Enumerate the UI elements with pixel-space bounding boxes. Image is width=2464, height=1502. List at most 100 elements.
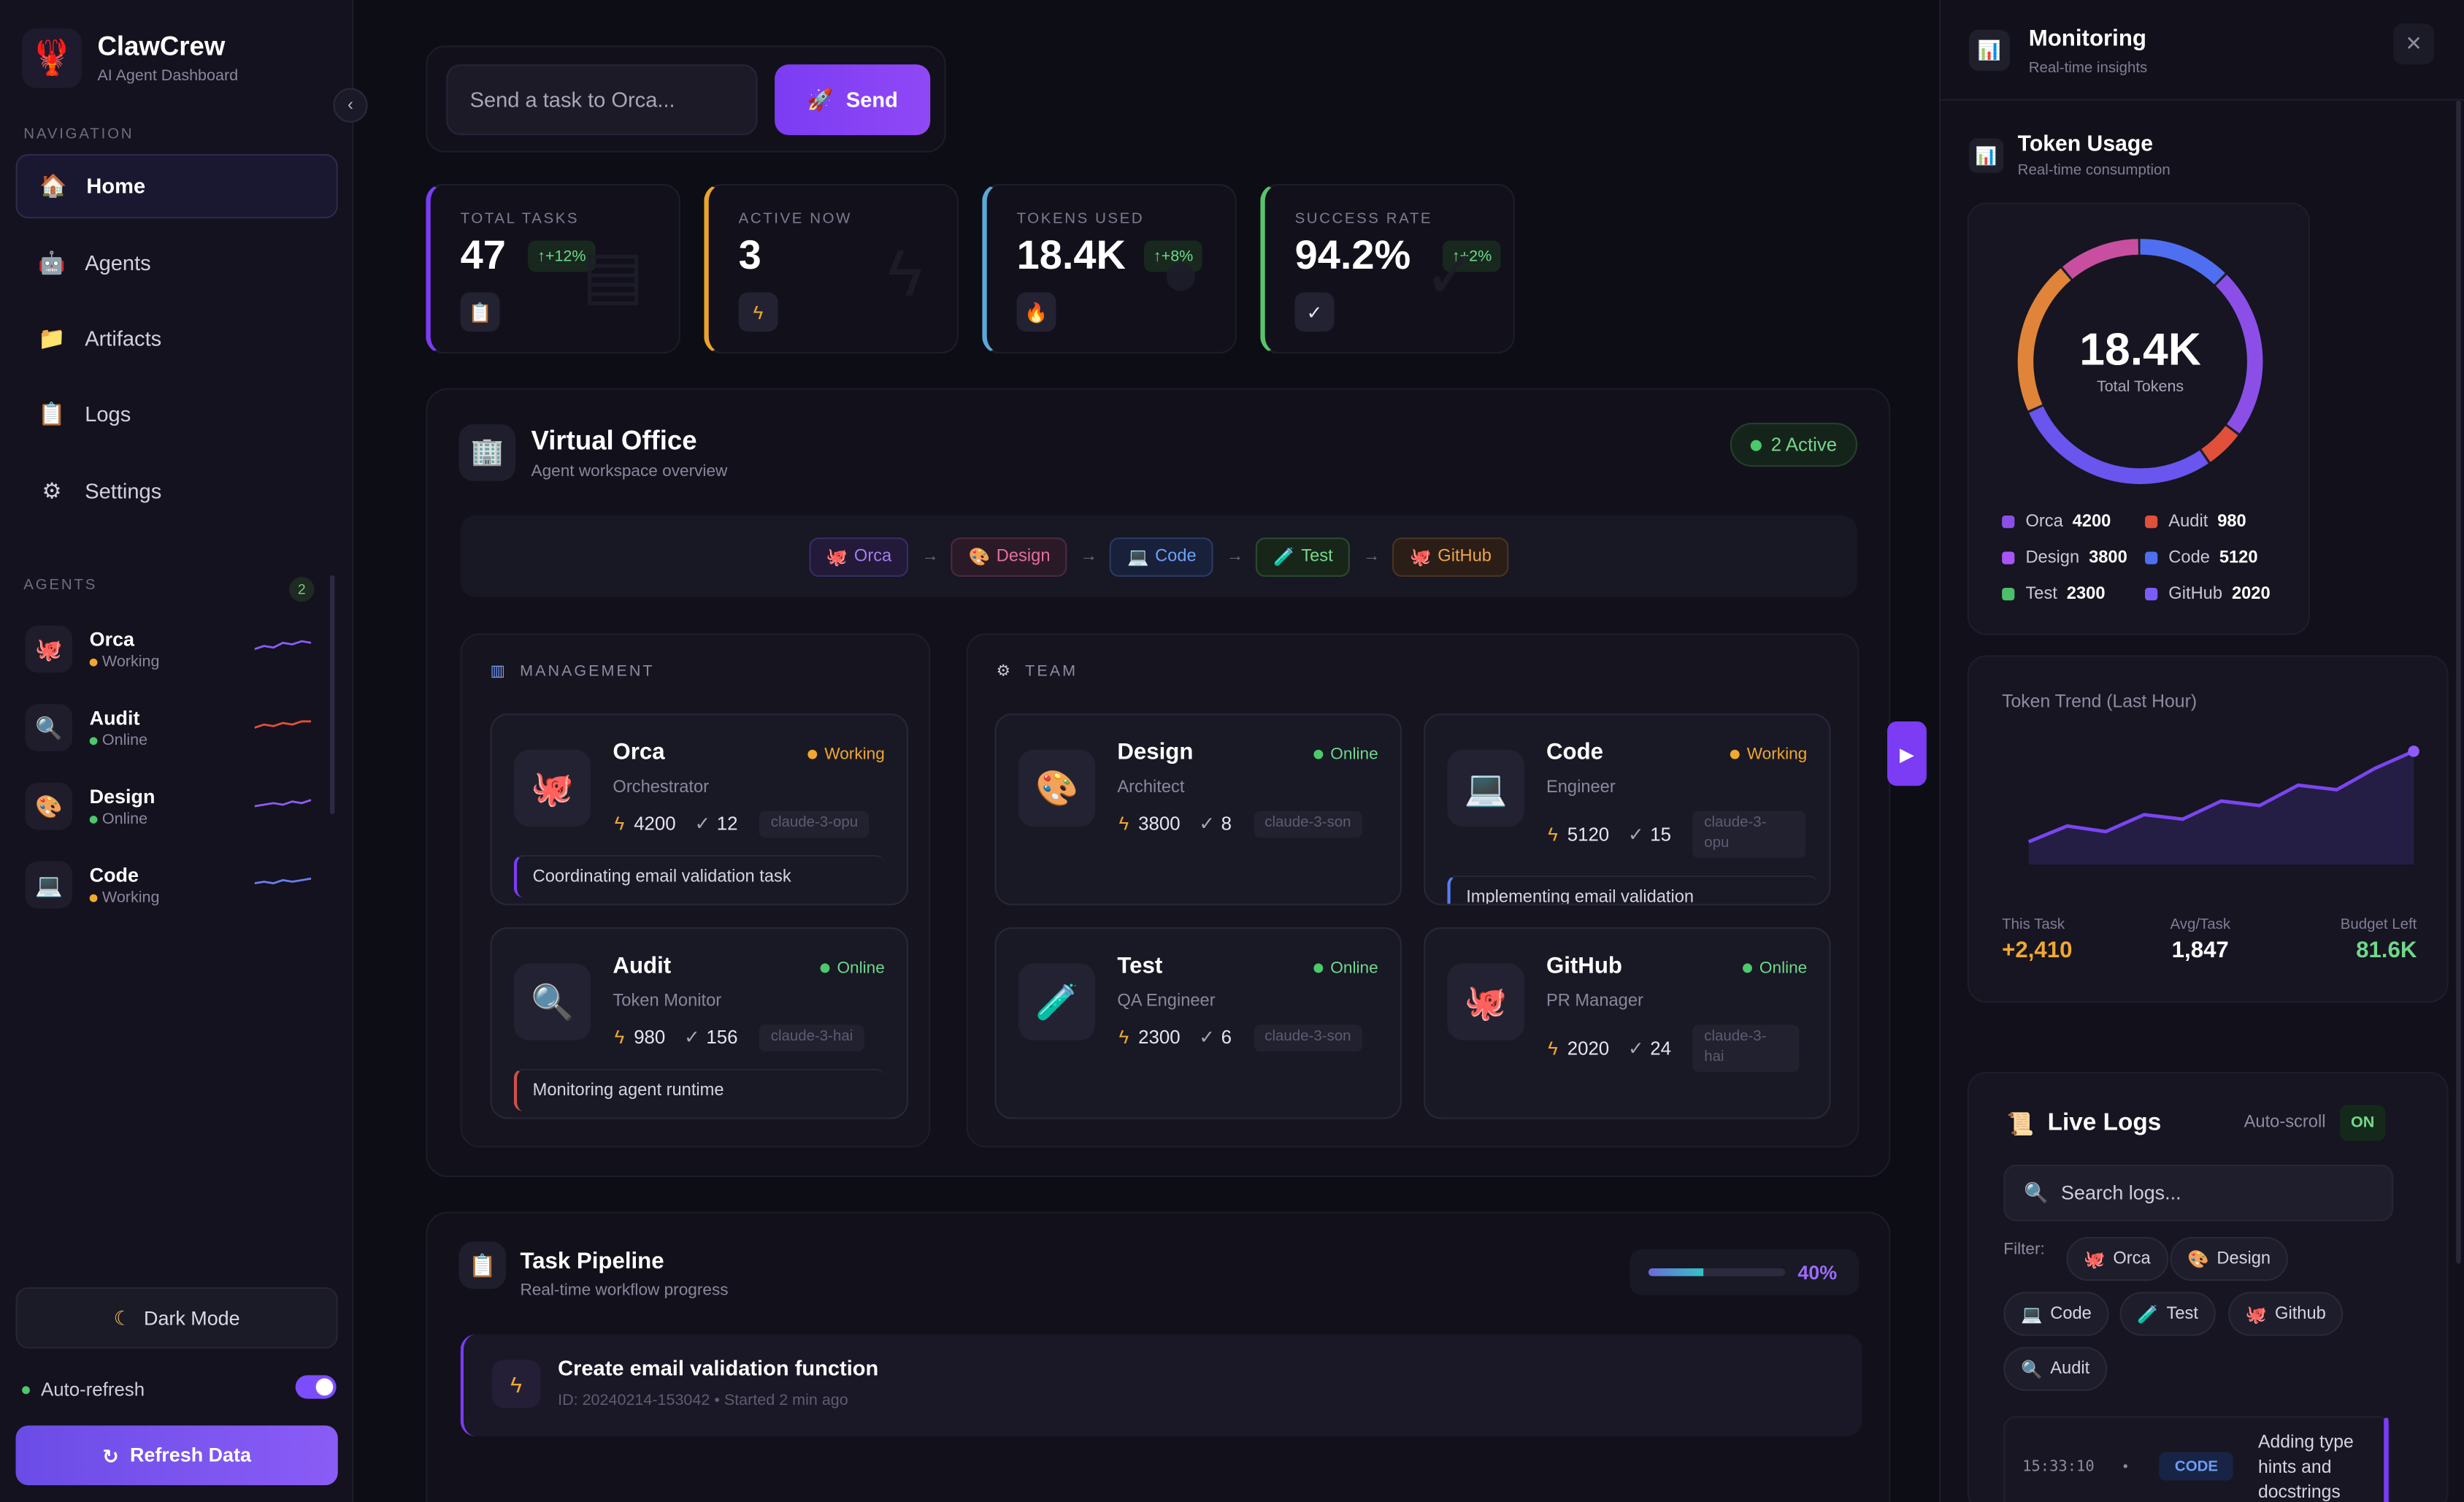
flow-chip-design[interactable]: 🎨 Design	[951, 537, 1068, 576]
agent-card-audit[interactable]: 🔍 Audit Token Monitor Online ϟ 980 ✓ 156 c…	[490, 927, 909, 1119]
sidebar-scrollbar[interactable]	[330, 575, 335, 814]
token-usage-title: Token Usage	[2017, 130, 2154, 156]
card-stats: ϟ 980 ✓ 156 claude-3-hai	[615, 1024, 864, 1051]
workflow-chain: 🐙 Orca → 🎨 Design → 💻 Code → 🧪 Test → 🐙 GitHu…	[460, 515, 1858, 597]
laptop-icon: 💻	[25, 861, 73, 909]
group-label: MANAGEMENT	[520, 663, 655, 681]
agent-card-test[interactable]: 🧪 Test QA Engineer Online ϟ 2300 ✓ 6 claud…	[994, 927, 1402, 1119]
sidebar-agent-audit[interactable]: 🔍 Audit Online	[25, 697, 315, 759]
monitoring-subtitle: Real-time insights	[2028, 59, 2148, 77]
test-tube-icon: 🧪	[1018, 963, 1096, 1041]
card-role: Engineer	[1546, 778, 1616, 797]
agent-card-github[interactable]: 🐙 GitHub PR Manager Online ϟ 2020 ✓ 24 cla…	[1424, 927, 1831, 1119]
flow-chip-github[interactable]: 🐙 GitHub	[1392, 537, 1509, 576]
octopus-icon: 🐙	[826, 548, 848, 567]
virtual-office-panel: 🏢 Virtual Office Agent workspace overvie…	[426, 388, 1891, 1178]
card-status: Working	[807, 745, 885, 764]
card-name: Audit	[613, 954, 672, 979]
sidebar-agent-code[interactable]: 💻 Code Working	[25, 854, 315, 916]
progress-fill	[1648, 1268, 1703, 1276]
nav-item-agents[interactable]: 🤖 Agents	[16, 231, 338, 295]
autoscroll-toggle[interactable]: ON	[2339, 1105, 2386, 1141]
nav-item-settings[interactable]: ⚙ Settings	[16, 459, 338, 524]
legend-item-design: Design 3800	[2002, 548, 2145, 567]
token-legend: Orca 4200 Audit 980 Design 3800 Code 5120 Te…	[2002, 503, 2300, 612]
pipeline-task[interactable]: ϟ Create email validation function ID: 2…	[460, 1334, 1862, 1437]
lobster-icon: 🦞	[22, 28, 82, 88]
card-status-label: Working	[1746, 745, 1808, 765]
card-tasks: 156	[706, 1027, 738, 1049]
separator-dot: •	[2122, 1458, 2128, 1474]
gear-icon: ⚙	[996, 663, 1013, 681]
palette-icon: 🎨	[968, 548, 991, 567]
stat-total-tasks: TOTAL TASKS 47 ↑+12% 📋 ▤	[426, 183, 680, 354]
filter-chip-code[interactable]: 💻 Code	[2003, 1292, 2109, 1336]
refresh-data-button[interactable]: ↻ Refresh Data	[15, 1425, 338, 1486]
brand[interactable]: 🦞 ClawCrew AI Agent Dashboard	[22, 28, 238, 88]
autoscroll-label: Auto-scroll	[2244, 1112, 2326, 1132]
lightning-icon: ϟ	[614, 1027, 625, 1049]
trend-endpoint	[2408, 746, 2419, 757]
stat-label: ACTIVE NOW	[738, 210, 852, 229]
sidebar-agent-design[interactable]: 🎨 Design Online	[25, 775, 315, 838]
filter-chip-github[interactable]: 🐙 Github	[2228, 1292, 2344, 1336]
sidebar-agent-orca[interactable]: 🐙 Orca Working	[25, 618, 315, 681]
nav-item-home[interactable]: 🏠 Home	[15, 153, 338, 219]
stat-value: 94.2%	[1294, 231, 1411, 278]
team-group: ⚙ TEAM 🎨 Design Architect Online ϟ 3800 ✓ 8…	[966, 633, 1859, 1148]
monitoring-panel: 📊 Monitoring Real-time insights ✕ 📊 Toke…	[1939, 0, 2464, 1502]
bar-chart-icon: 📊	[1968, 29, 2010, 71]
card-role: Architect	[1117, 778, 1185, 797]
token-trend-title: Token Trend (Last Hour)	[2002, 693, 2198, 713]
stat-avg-task: Avg/Task 1,847	[2170, 916, 2231, 964]
card-tasks: 8	[1221, 813, 1232, 835]
log-accent-bar	[2384, 1417, 2389, 1502]
agent-card-design[interactable]: 🎨 Design Architect Online ϟ 3800 ✓ 8 claud…	[994, 713, 1402, 905]
card-stats: ϟ 3800 ✓ 8 claude-3-son	[1119, 811, 1362, 838]
clipboard-icon: 📋	[458, 1241, 507, 1289]
dark-mode-button[interactable]: ☾ Dark Mode	[15, 1287, 338, 1349]
filter-chip-orca[interactable]: 🐙 Orca	[2066, 1236, 2168, 1281]
lightning-icon: ϟ	[614, 813, 625, 835]
log-time: 15:33:10	[2022, 1458, 2095, 1476]
card-tasks: 15	[1650, 823, 1672, 846]
flow-chip-orca[interactable]: 🐙 Orca	[809, 537, 909, 576]
log-search-input[interactable]: 🔍 Search logs...	[2003, 1164, 2394, 1222]
card-status-label: Online	[837, 958, 885, 978]
home-icon: 🏠	[39, 172, 67, 199]
token-donut-chart: 18.4K Total Tokens	[2017, 239, 2263, 484]
agent-card-code[interactable]: 💻 Code Engineer Working ϟ 5120 ✓ 15 claude…	[1424, 713, 1831, 905]
palette-icon: 🎨	[2187, 1250, 2209, 1270]
octopus-icon: 🐙	[513, 749, 591, 827]
legend-item-audit: Audit 980	[2145, 512, 2288, 530]
toggle-monitoring-button[interactable]: ▶	[1887, 721, 1927, 786]
flow-chip-test[interactable]: 🧪 Test	[1256, 537, 1351, 576]
active-agents-badge: 2 Active	[1730, 422, 1858, 467]
agent-card-orca[interactable]: 🐙 Orca Orchestrator Working ϟ 4200 ✓ 12 cl…	[490, 713, 909, 905]
nav-item-logs[interactable]: 📋 Logs	[16, 382, 338, 446]
filter-chip-design[interactable]: 🎨 Design	[2170, 1236, 2288, 1281]
token-trend-card: Token Trend (Last Hour) This Task +2,410…	[1967, 655, 2449, 1003]
close-icon[interactable]: ✕	[2393, 23, 2435, 65]
filter-chip-test[interactable]: 🧪 Test	[2119, 1292, 2216, 1336]
pipeline-task-title: Create email validation function	[558, 1356, 879, 1380]
agent-name: Code	[89, 863, 139, 886]
navigation-label: NAVIGATION	[23, 126, 134, 143]
send-button[interactable]: 🚀 Send	[775, 64, 931, 136]
office-icon: ▥	[490, 663, 507, 681]
refresh-icon: ↻	[102, 1445, 119, 1468]
filter-chip-audit[interactable]: 🔍 Audit	[2003, 1346, 2107, 1391]
agents-count-badge: 2	[289, 576, 315, 602]
search-icon: 🔍	[2024, 1181, 2049, 1203]
log-entry[interactable]: 15:33:10 • CODE Adding type hints and do…	[2003, 1416, 2390, 1502]
monitoring-scrollbar[interactable]	[2456, 100, 2461, 1264]
card-model: claude-3-opu	[759, 811, 870, 838]
flow-chip-code[interactable]: 💻 Code	[1110, 537, 1214, 576]
collapse-sidebar-button[interactable]: ‹	[333, 88, 368, 123]
card-stats: ϟ 4200 ✓ 12 claude-3-opu	[615, 811, 870, 838]
token-usage-subtitle: Real-time consumption	[2017, 161, 2171, 180]
play-icon: ▶	[1899, 743, 1914, 765]
auto-refresh-toggle[interactable]	[295, 1375, 337, 1399]
task-input[interactable]	[446, 64, 758, 136]
nav-item-artifacts[interactable]: 📁 Artifacts	[16, 307, 338, 371]
